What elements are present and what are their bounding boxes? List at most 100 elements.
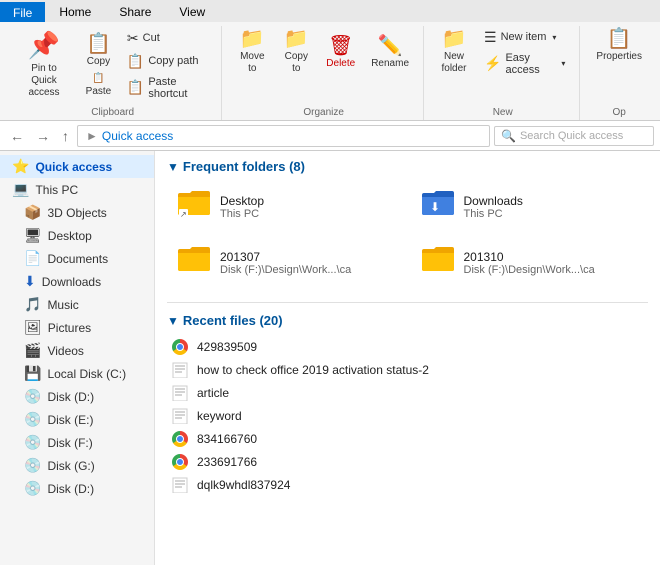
recent-item-5[interactable]: 834166760 [167,428,648,450]
folder-downloads-name: Downloads [464,194,523,208]
recent-item-1[interactable]: 429839509 [167,336,648,358]
folder-201310-info: 201310 Disk (F:)\Design\Work...\ca [464,250,595,276]
new-label: New [493,105,513,120]
content-area: ▼ Frequent folders (8) ↗ Desktop This [155,151,660,565]
sidebar-label-desktop: Desktop [48,229,92,243]
rename-button[interactable]: ✏️ Rename [365,33,415,72]
search-box[interactable]: 🔍 Search Quick access [494,126,654,146]
toolbar-group-new: 📁 Newfolder ☰ New item ▾ ⚡ Easy access ▾… [426,26,580,120]
cut-button[interactable]: ✂ Cut [121,28,213,49]
address-path[interactable]: ► Quick access [77,125,490,147]
sidebar-item-music[interactable]: 🎵 Music [0,293,154,316]
frequent-folders-label: Frequent folders (8) [183,159,305,174]
up-button[interactable]: ↑ [58,126,73,146]
organize-label: Organize [303,105,344,120]
tab-share[interactable]: Share [105,2,165,22]
videos-icon: 🎬 [24,342,41,359]
sidebar-item-quick-access[interactable]: ⭐ Quick access [0,155,154,178]
folder-grid: ↗ Desktop This PC ⬇ Down [167,182,648,288]
paste-icon: 📋 [92,73,104,84]
sidebar-item-desktop[interactable]: 🖥 Desktop [0,224,154,247]
forward-button[interactable]: → [32,126,54,146]
copy-path-icon: 📋 [127,53,144,70]
back-button[interactable]: ← [6,126,28,146]
pin-label: Pin to Quickaccess [20,63,68,99]
tab-view[interactable]: View [165,2,219,22]
doc-icon-2 [171,361,189,379]
recent-item-7[interactable]: dqlk9whdl837924 [167,474,648,496]
sidebar-item-disk-g[interactable]: 💿 Disk (G:) [0,454,154,477]
rename-label: Rename [371,58,409,69]
sidebar-item-disk-d[interactable]: 💿 Disk (D:) [0,385,154,408]
folder-201307-name: 201307 [220,250,351,264]
sidebar-label-this-pc: This PC [35,183,78,197]
sidebar-label-disk-d2: Disk (D:) [47,482,94,496]
recent-filename-4: keyword [197,409,242,423]
search-icon: 🔍 [501,129,516,143]
svg-text:⬇: ⬇ [430,200,440,214]
doc-icon-3 [171,384,189,402]
copy-path-button[interactable]: 📋 Copy path [121,51,213,72]
sidebar-item-local-disk-c[interactable]: 💾 Local Disk (C:) [0,362,154,385]
cut-icon: ✂ [127,30,139,47]
sidebar-item-videos[interactable]: 🎬 Videos [0,339,154,362]
folder-downloads-sub: This PC [464,208,523,220]
documents-icon: 📄 [24,250,41,267]
recent-item-6[interactable]: 233691766 [167,451,648,473]
sidebar-item-pictures[interactable]: 🖼 Pictures [0,316,154,339]
folder-desktop-sub: This PC [220,208,264,220]
tab-file[interactable]: File [0,2,45,22]
sidebar-item-disk-d2[interactable]: 💿 Disk (D:) [0,477,154,500]
properties-button[interactable]: 📋 Properties [590,26,648,65]
recent-filename-2: how to check office 2019 activation stat… [197,363,429,377]
new-folder-label: Newfolder [442,51,467,75]
address-bar: ← → ↑ ► Quick access 🔍 Search Quick acce… [0,121,660,151]
copy-to-button[interactable]: 📁 Copyto [276,26,316,78]
copy-icon: 📋 [86,34,111,54]
folder-item-201307[interactable]: 201307 Disk (F:)\Design\Work...\ca [167,238,405,288]
folder-item-downloads[interactable]: ⬇ Downloads This PC [411,182,649,232]
sidebar-item-disk-f[interactable]: 💿 Disk (F:) [0,431,154,454]
folder-item-desktop[interactable]: ↗ Desktop This PC [167,182,405,232]
sidebar-label-disk-d: Disk (D:) [47,390,94,404]
sidebar-label-pictures: Pictures [48,321,91,335]
move-to-button[interactable]: 📁 Moveto [232,26,272,78]
move-to-icon: 📁 [240,29,265,49]
pin-icon: 📌 [28,30,60,61]
sidebar-item-disk-e[interactable]: 💿 Disk (E:) [0,408,154,431]
folder-item-201310[interactable]: 201310 Disk (F:)\Design\Work...\ca [411,238,649,288]
paste-shortcut-button[interactable]: 📋 Paste shortcut [121,74,213,102]
delete-label: Delete [326,58,355,69]
easy-access-chevron: ▾ [561,59,565,68]
recent-files-header[interactable]: ▼ Recent files (20) [167,313,648,328]
properties-label: Properties [596,51,642,62]
path-link[interactable]: Quick access [102,129,173,143]
tab-home[interactable]: Home [45,2,105,22]
rename-icon: ✏️ [378,36,403,56]
recent-item-3[interactable]: article [167,382,648,404]
easy-access-button[interactable]: ⚡ Easy access ▾ [478,50,571,78]
paste-button[interactable]: 📋 Paste [80,71,117,99]
toolbar-group-clipboard: 📌 Pin to Quickaccess 📋 Copy 📋 Paste ✂ Cu… [4,26,222,120]
new-folder-button[interactable]: 📁 Newfolder [434,26,474,78]
frequent-folders-header[interactable]: ▼ Frequent folders (8) [167,159,648,174]
copy-button[interactable]: 📋 Copy [80,31,117,70]
sidebar-item-downloads[interactable]: ⬇ Downloads [0,270,154,293]
sidebar-item-documents[interactable]: 📄 Documents [0,247,154,270]
toolbar: 📌 Pin to Quickaccess 📋 Copy 📋 Paste ✂ Cu… [0,22,660,121]
new-item-button[interactable]: ☰ New item ▾ [478,27,571,48]
music-icon: 🎵 [24,296,41,313]
recent-item-4[interactable]: keyword [167,405,648,427]
search-placeholder: Search Quick access [520,130,623,142]
sidebar-label-disk-f: Disk (F:) [47,436,92,450]
properties-icon: 📋 [607,29,632,49]
sidebar-item-this-pc[interactable]: 💻 This PC [0,178,154,201]
pin-to-quick-access-button[interactable]: 📌 Pin to Quickaccess [12,26,76,103]
new-item-icon: ☰ [484,29,497,46]
frequent-folders-chevron: ▼ [167,160,179,174]
recent-item-2[interactable]: how to check office 2019 activation stat… [167,359,648,381]
sidebar-label-music: Music [47,298,78,312]
delete-button[interactable]: 🗑 Delete [320,33,361,72]
disk-f-icon: 💿 [24,434,41,451]
sidebar-item-3d-objects[interactable]: 📦 3D Objects [0,201,154,224]
